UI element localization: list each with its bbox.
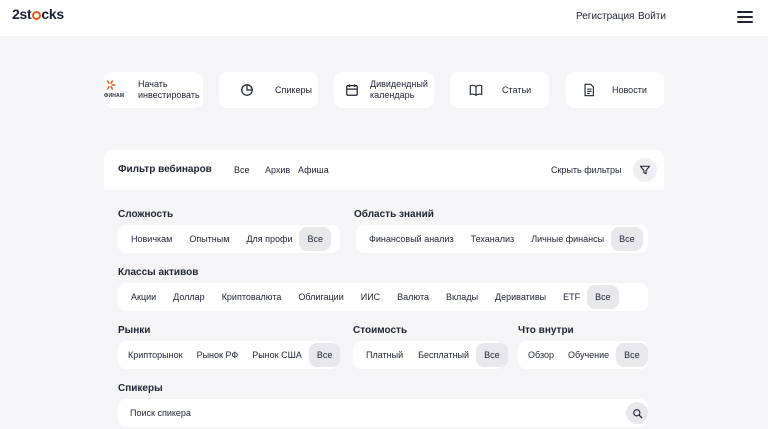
quick-card-label: Начать инвестировать — [138, 79, 200, 100]
tab-all[interactable]: Все — [234, 165, 250, 175]
header: 2st cks Регистрация Войти — [0, 0, 768, 36]
quick-card-articles[interactable]: Статьи — [450, 72, 549, 108]
menu-icon[interactable] — [737, 11, 753, 23]
document-icon — [566, 83, 612, 97]
option-tech-analysis[interactable]: Теханализ — [461, 234, 522, 244]
option-difficulty-all[interactable]: Все — [299, 227, 331, 251]
quick-card-label: Дивидендный календарь — [370, 79, 428, 100]
hide-filters-link[interactable]: Скрыть фильтры — [551, 165, 622, 175]
logo[interactable]: 2st cks — [12, 6, 64, 22]
option-currency[interactable]: Валюта — [387, 292, 436, 302]
option-review[interactable]: Обзор — [524, 350, 561, 360]
speakers-label: Спикеры — [118, 383, 163, 394]
quick-card-label: Статьи — [502, 84, 532, 95]
login-link[interactable]: Войти — [638, 11, 666, 22]
option-usa-market[interactable]: Рынок США — [245, 350, 309, 360]
option-personal-finance[interactable]: Личные финансы — [521, 234, 611, 244]
tab-schedule[interactable]: Афиша — [298, 165, 329, 175]
quick-card-label: Новости — [612, 84, 647, 95]
inside-options: Обзор Обучение Все — [518, 341, 648, 369]
quick-card-news[interactable]: Новости — [566, 72, 664, 108]
option-iis[interactable]: ИИС — [351, 292, 387, 302]
difficulty-label: Сложность — [118, 209, 174, 220]
option-crypto-market[interactable]: Крипторынок — [124, 350, 190, 360]
quick-card-speakers[interactable]: Спикеры — [219, 72, 318, 108]
pie-chart-icon — [219, 83, 275, 97]
inside-label: Что внутри — [518, 325, 574, 336]
quick-card-invest[interactable]: ФИНАМ Начать инвестировать — [104, 72, 203, 108]
option-bonds[interactable]: Облигации — [288, 292, 350, 302]
option-russia-market[interactable]: Рынок РФ — [190, 350, 246, 360]
option-markets-all[interactable]: Все — [308, 343, 341, 367]
option-beginners[interactable]: Новичкам — [124, 234, 179, 244]
option-paid[interactable]: Платный — [359, 350, 410, 360]
assets-options: Акции Доллар Криптовалюта Облигации ИИС … — [118, 283, 648, 311]
cost-label: Стоимость — [353, 325, 408, 336]
filter-title: Фильтр вебинаров — [118, 164, 212, 175]
markets-options: Крипторынок Рынок РФ Рынок США Все — [118, 341, 341, 369]
speaker-search-field[interactable]: Поиск спикера — [118, 399, 648, 427]
option-financial-analysis[interactable]: Финансовый анализ — [362, 234, 461, 244]
option-stocks[interactable]: Акции — [124, 292, 163, 302]
option-pro[interactable]: Для профи — [236, 234, 299, 244]
tab-archive[interactable]: Архив — [265, 165, 290, 175]
option-assets-all[interactable]: Все — [587, 285, 619, 309]
difficulty-options: Новичкам Опытным Для профи Все — [118, 225, 340, 253]
option-education[interactable]: Обучение — [561, 350, 616, 360]
book-icon — [450, 83, 502, 97]
option-deposits[interactable]: Вклады — [436, 292, 485, 302]
option-free[interactable]: Бесплатный — [410, 350, 476, 360]
markets-label: Рынки — [118, 325, 151, 336]
option-knowledge-all[interactable]: Все — [611, 227, 643, 251]
knowledge-label: Область знаний — [354, 209, 434, 220]
option-cost-all[interactable]: Все — [476, 343, 508, 367]
register-link[interactable]: Регистрация — [576, 11, 634, 22]
quick-card-dividend-calendar[interactable]: Дивидендный календарь — [334, 72, 434, 108]
option-experienced[interactable]: Опытным — [179, 234, 236, 244]
calendar-icon — [334, 83, 370, 97]
speaker-search-placeholder: Поиск спикера — [130, 408, 191, 418]
quick-card-label: Спикеры — [275, 84, 312, 95]
cost-options: Платный Бесплатный Все — [353, 341, 508, 369]
option-etf[interactable]: ETF — [553, 292, 587, 302]
option-inside-all[interactable]: Все — [616, 343, 648, 367]
filter-bar: Фильтр вебинаров Все Архив Афиша Скрыть … — [104, 150, 664, 190]
finam-logo: ФИНАМ — [104, 79, 138, 102]
option-crypto[interactable]: Криптовалюта — [212, 292, 289, 302]
search-icon[interactable] — [626, 402, 648, 424]
option-dollar[interactable]: Доллар — [163, 292, 212, 302]
option-derivatives[interactable]: Деривативы — [485, 292, 553, 302]
knowledge-options: Финансовый анализ Теханализ Личные финан… — [356, 225, 648, 253]
filter-icon[interactable] — [633, 158, 657, 182]
assets-label: Классы активов — [118, 267, 199, 278]
logo-circle-icon — [31, 11, 41, 20]
